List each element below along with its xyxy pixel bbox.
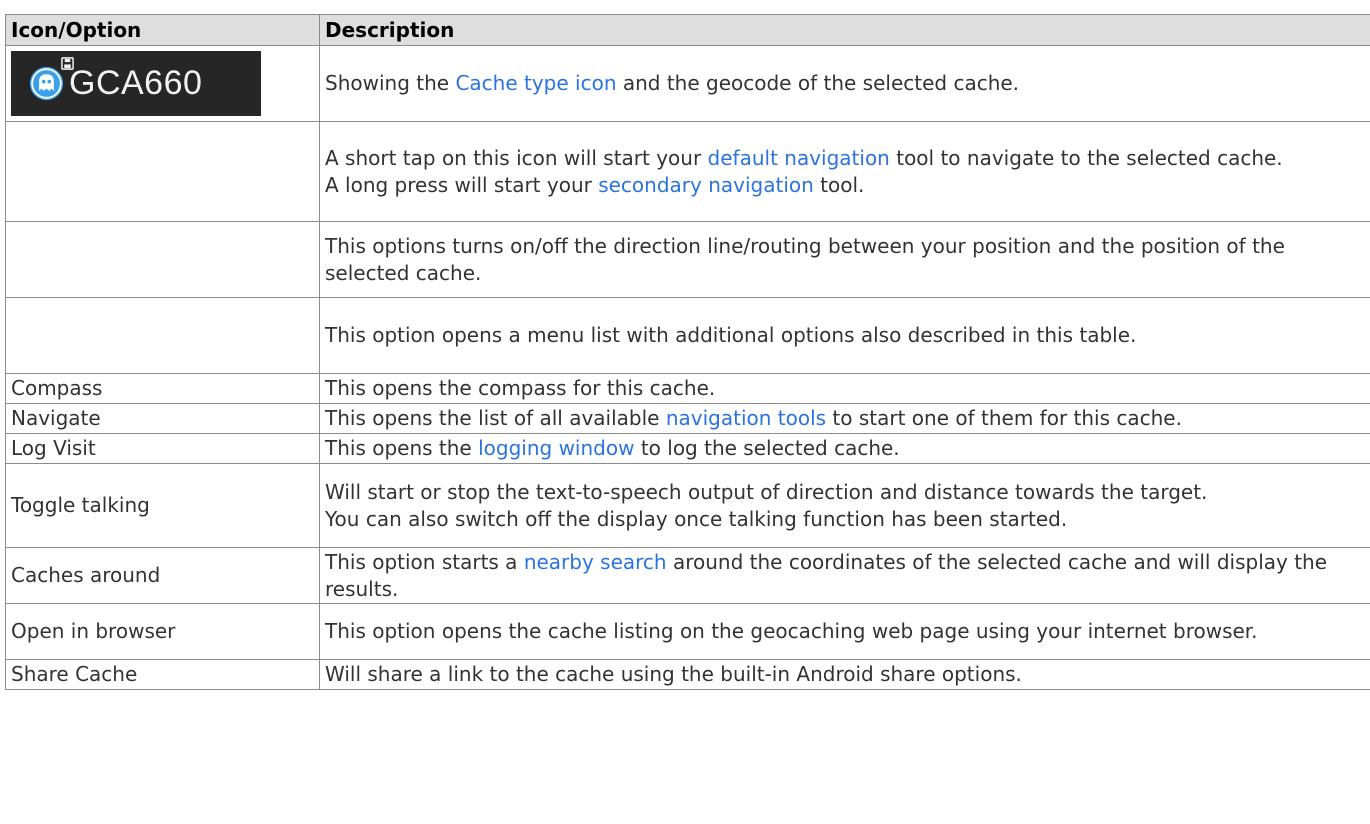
table-row: Navigate This opens the list of all avai… — [5, 403, 1370, 434]
description-cell: This options turns on/off the direction … — [319, 221, 1370, 298]
description-cell: This opens the logging window to log the… — [319, 433, 1370, 464]
table-row: Toggle talking Will start or stop the te… — [5, 463, 1370, 548]
option-cell: Caches around — [5, 547, 320, 604]
description-cell: Will share a link to the cache using the… — [319, 659, 1370, 690]
column-header-description: Description — [319, 14, 1370, 46]
option-cell: GCA660 — [5, 45, 320, 122]
table-row: Share Cache Will share a link to the cac… — [5, 659, 1370, 690]
secondary-navigation-link[interactable]: secondary navigation — [598, 173, 814, 197]
table-row: Caches around This option starts a nearb… — [5, 547, 1370, 604]
option-cell: Share Cache — [5, 659, 320, 690]
navigation-tools-link[interactable]: navigation tools — [666, 406, 826, 430]
ghost-cache-type-icon — [29, 66, 64, 101]
description-cell: Will start or stop the text-to-speech ou… — [319, 463, 1370, 548]
description-cell: This option opens a menu list with addit… — [319, 297, 1370, 374]
option-cell — [5, 297, 320, 374]
description-cell: This opens the list of all available nav… — [319, 403, 1370, 434]
description-cell: A short tap on this icon will start your… — [319, 121, 1370, 222]
table-row: Log Visit This opens the logging window … — [5, 433, 1370, 464]
description-cell: This opens the compass for this cache. — [319, 373, 1370, 404]
table-row: This option opens a menu list with addit… — [5, 297, 1370, 374]
option-cell: Toggle talking — [5, 463, 320, 548]
table-row: Open in browser This option opens the ca… — [5, 603, 1370, 660]
table-row: A short tap on this icon will start your… — [5, 121, 1370, 222]
option-cell — [5, 221, 320, 298]
option-cell: Navigate — [5, 403, 320, 434]
option-cell: Compass — [5, 373, 320, 404]
table-header-row: Icon/Option Description — [5, 14, 1370, 46]
description-cell: This option opens the cache listing on t… — [319, 603, 1370, 660]
logging-window-link[interactable]: logging window — [478, 436, 634, 460]
nearby-search-link[interactable]: nearby search — [524, 550, 667, 574]
cache-badge: GCA660 — [11, 51, 261, 116]
table-row: This options turns on/off the direction … — [5, 221, 1370, 298]
description-cell: Showing the Cache type icon and the geoc… — [319, 45, 1370, 122]
option-cell — [5, 121, 320, 222]
option-cell: Open in browser — [5, 603, 320, 660]
cache-type-icon-link[interactable]: Cache type icon — [455, 71, 616, 95]
option-cell: Log Visit — [5, 433, 320, 464]
description-cell: This option starts a nearby search aroun… — [319, 547, 1370, 604]
table-row: Compass This opens the compass for this … — [5, 373, 1370, 404]
options-table: Icon/Option Description GCA660 Showing t… — [5, 14, 1370, 690]
table-row: GCA660 Showing the Cache type icon and t… — [5, 45, 1370, 122]
default-navigation-link[interactable]: default navigation — [708, 146, 890, 170]
column-header-icon-option: Icon/Option — [5, 14, 320, 46]
geocode-label: GCA660 — [69, 64, 203, 102]
